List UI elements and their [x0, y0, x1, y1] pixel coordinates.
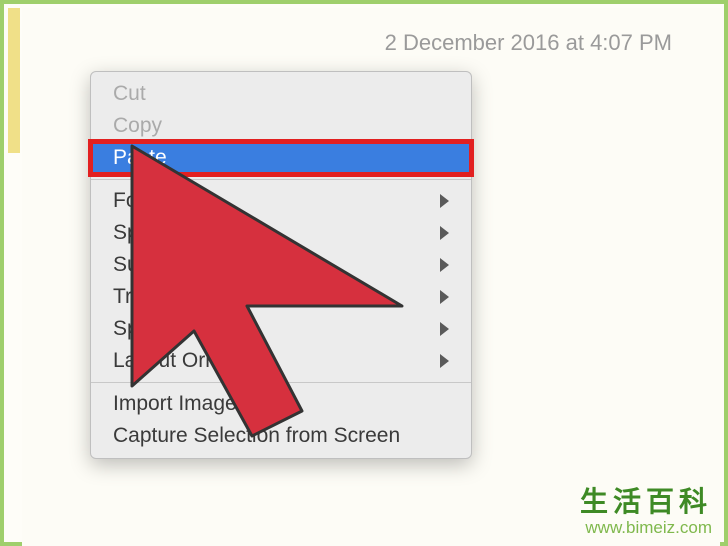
menu-item-label: Speech — [113, 313, 184, 345]
watermark-url: www.bimeiz.com — [580, 518, 712, 538]
chevron-right-icon — [440, 226, 449, 240]
note-timestamp: 2 December 2016 at 4:07 PM — [385, 30, 672, 56]
menu-item-label: Substituti — [113, 249, 199, 281]
menu-item-transformations[interactable]: Transforma — [91, 281, 471, 313]
context-menu: Cut Copy Paste Font Spelling Substituti — [90, 71, 472, 459]
menu-item-substitutions[interactable]: Substituti — [91, 249, 471, 281]
menu-item-label: Font — [113, 185, 155, 217]
menu-item-label: Paste — [113, 142, 167, 174]
chevron-right-icon — [440, 322, 449, 336]
chevron-right-icon — [440, 290, 449, 304]
chevron-right-icon — [440, 258, 449, 272]
menu-item-label: Layout Orient — [113, 345, 239, 377]
watermark: 生活百科 www.bimeiz.com — [580, 480, 712, 538]
menu-item-label: Cut — [113, 78, 146, 110]
note-margin-stripe — [8, 8, 20, 153]
watermark-title: 生活百科 — [580, 480, 712, 520]
menu-item-copy: Copy — [91, 110, 471, 142]
menu-item-layout-orientation[interactable]: Layout Orient — [91, 345, 471, 377]
menu-item-label: Import Image — [113, 388, 237, 420]
menu-item-paste[interactable]: Paste — [91, 142, 471, 174]
chevron-right-icon — [440, 194, 449, 208]
menu-item-cut: Cut — [91, 78, 471, 110]
chevron-right-icon — [440, 354, 449, 368]
menu-item-label: Copy — [113, 110, 162, 142]
menu-item-font[interactable]: Font — [91, 185, 471, 217]
frame-border: 2 December 2016 at 4:07 PM Cut Copy Past… — [0, 0, 728, 546]
menu-separator — [91, 382, 471, 383]
note-paper: 2 December 2016 at 4:07 PM Cut Copy Past… — [22, 8, 720, 546]
menu-item-label: Capture Selection from Screen — [113, 420, 400, 452]
menu-item-label: Transforma — [113, 281, 220, 313]
menu-item-speech[interactable]: Speech — [91, 313, 471, 345]
menu-item-import-image[interactable]: Import Image — [91, 388, 471, 420]
menu-item-label: Spelling — [113, 217, 188, 249]
menu-separator — [91, 179, 471, 180]
menu-item-capture-selection[interactable]: Capture Selection from Screen — [91, 420, 471, 452]
menu-item-spelling[interactable]: Spelling — [91, 217, 471, 249]
